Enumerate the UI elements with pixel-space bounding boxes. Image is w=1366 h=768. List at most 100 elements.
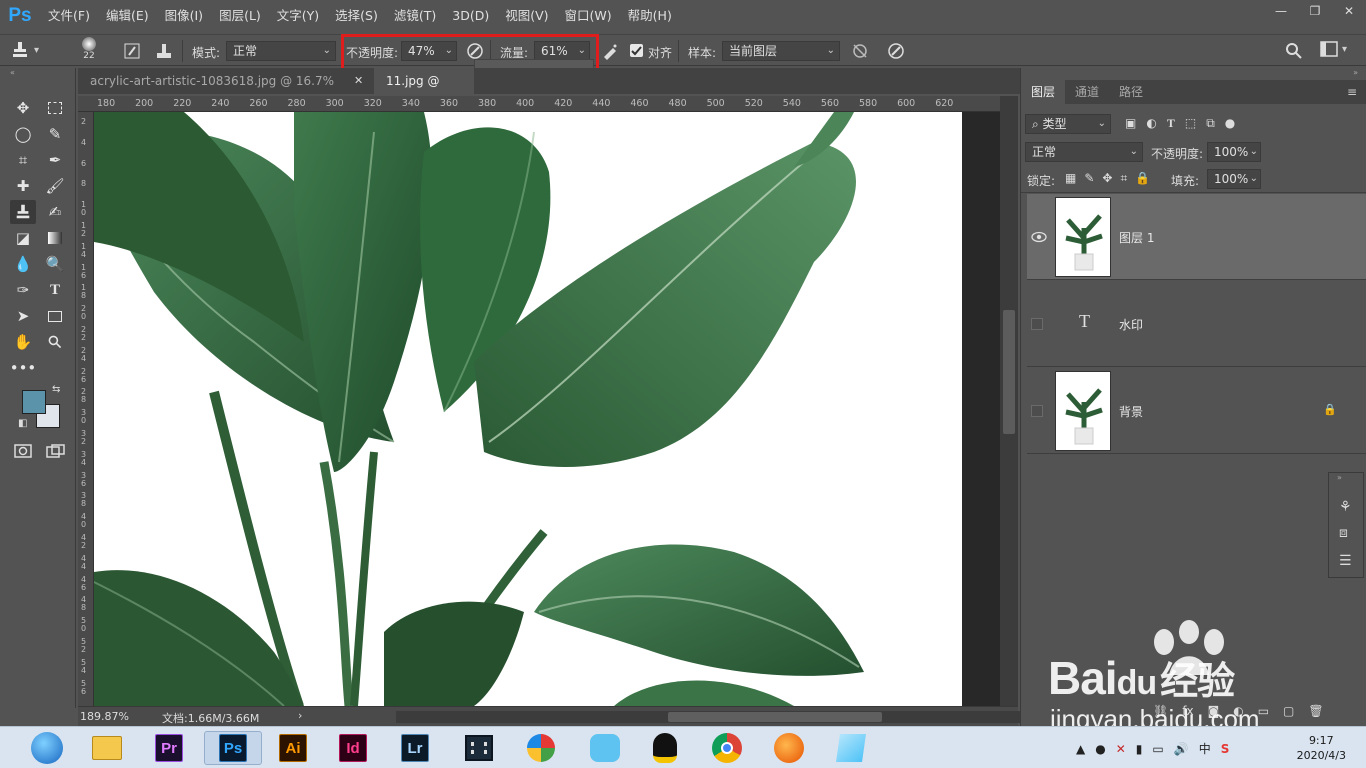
collapse-toolbar-button[interactable]: « <box>0 68 76 78</box>
sample-select[interactable]: 当前图层 ⌄ <box>722 41 840 61</box>
layer-row-background[interactable]: 背景 🔒 <box>1027 368 1366 454</box>
dodge-tool[interactable]: 🔍 <box>42 252 68 276</box>
document-canvas[interactable] <box>94 112 962 706</box>
vertical-scrollbar[interactable] <box>1000 96 1018 706</box>
tray-battery-icon[interactable]: ▮ <box>1136 742 1143 756</box>
new-layer-icon[interactable]: ▢ <box>1283 704 1294 718</box>
show-hidden-icons-button[interactable]: ▲ <box>1076 742 1085 756</box>
workspace-switcher[interactable]: ▾ <box>1320 41 1347 57</box>
zoom-tool[interactable] <box>42 330 68 354</box>
layer-row-watermark[interactable]: T 水印 <box>1027 281 1366 367</box>
taskbar-qq[interactable] <box>640 731 690 765</box>
pen-tool[interactable]: ✑ <box>10 278 36 302</box>
add-mask-icon[interactable]: ◙ <box>1208 704 1220 718</box>
close-tab-button[interactable]: ✕ <box>354 68 370 94</box>
taskbar-notes[interactable] <box>826 731 876 765</box>
crop-tool[interactable]: ⌗ <box>10 148 36 172</box>
brush-settings-panel-button[interactable]: ⚘ <box>1339 499 1352 515</box>
tab-channels[interactable]: 通道 <box>1065 80 1109 104</box>
menu-edit[interactable]: 编辑(E) <box>98 0 157 32</box>
filter-pixel-icon[interactable]: ▣ <box>1125 116 1136 131</box>
status-menu-button[interactable]: › <box>298 709 302 722</box>
document-tab-acrylic[interactable]: acrylic-art-artistic-1083618.jpg @ 16.7%… <box>78 68 370 114</box>
hand-tool[interactable]: ✋ <box>10 330 36 354</box>
lock-all-icon[interactable]: 🔒 <box>1135 171 1150 186</box>
fill-input[interactable]: 100% ⌄ <box>1207 169 1261 189</box>
taskbar-explorer[interactable] <box>82 731 132 765</box>
expand-panels-button[interactable]: » <box>1337 473 1342 482</box>
taskbar-color-app[interactable] <box>516 731 566 765</box>
filter-adjustment-icon[interactable]: ◐ <box>1146 116 1156 131</box>
quick-mask-button[interactable] <box>14 444 32 461</box>
link-layers-icon[interactable]: ⛓ <box>1153 704 1168 718</box>
minimize-button[interactable]: — <box>1264 0 1298 22</box>
menu-type[interactable]: 文字(Y) <box>269 0 327 32</box>
blend-mode-select[interactable]: 正常 ⌄ <box>1025 142 1143 162</box>
menu-3d[interactable]: 3D(D) <box>444 0 497 32</box>
maximize-button[interactable]: ❐ <box>1298 0 1332 22</box>
default-colors-button[interactable]: ◧ <box>18 418 27 429</box>
lock-artboard-icon[interactable]: ⌗ <box>1120 171 1127 186</box>
taskbar-lightroom[interactable]: Lr <box>390 731 440 765</box>
taskbar-illustrator[interactable]: Ai <box>268 731 318 765</box>
tray-monitor-icon[interactable]: ▭ <box>1152 742 1163 756</box>
layer-opacity-input[interactable]: 100% ⌄ <box>1207 142 1261 162</box>
filter-toggle-icon[interactable]: ● <box>1225 116 1235 131</box>
taskbar-browser[interactable] <box>764 731 814 765</box>
canvas-area[interactable] <box>94 112 1000 706</box>
filter-type-icon[interactable]: T <box>1167 116 1175 131</box>
edit-toolbar-button[interactable]: ••• <box>10 356 37 380</box>
visibility-toggle[interactable] <box>1031 405 1043 417</box>
document-tab-11[interactable]: 11.jpg @ 190% ( <box>374 68 474 114</box>
clone-source-panel-button[interactable] <box>154 41 174 64</box>
brush-tool[interactable]: 🖌 <box>42 174 68 198</box>
horizontal-scroll-thumb[interactable] <box>668 712 882 722</box>
clone-source-panel-button[interactable]: ⧈ <box>1339 525 1348 541</box>
gradient-tool[interactable] <box>42 226 68 250</box>
foreground-color-swatch[interactable] <box>22 390 46 414</box>
tray-ime[interactable]: 中 <box>1199 740 1211 757</box>
menu-image[interactable]: 图像(I) <box>157 0 211 32</box>
clone-stamp-tool[interactable] <box>10 200 36 224</box>
taskbar-video-app[interactable] <box>454 731 504 765</box>
new-group-icon[interactable]: ▭ <box>1258 704 1269 718</box>
tray-volume-icon[interactable]: 🔊 <box>1174 742 1189 756</box>
ignore-adjustment-layers-button[interactable] <box>850 41 870 64</box>
type-tool[interactable]: T <box>42 278 68 302</box>
collapse-panel-button[interactable]: » <box>1353 68 1358 77</box>
tray-network-icon[interactable]: ✕ <box>1116 742 1126 756</box>
horizontal-scrollbar[interactable] <box>396 711 1072 723</box>
history-brush-tool[interactable]: ✍ <box>42 200 68 224</box>
layer-filter-select[interactable]: ⌕ 类型 ⌄ <box>1025 114 1111 134</box>
tab-layers[interactable]: 图层 <box>1021 80 1066 104</box>
taskbar-chat-app[interactable] <box>580 731 630 765</box>
search-button[interactable] <box>1284 41 1304 64</box>
system-clock[interactable]: 9:17 2020/4/3 <box>1297 733 1346 763</box>
menu-select[interactable]: 选择(S) <box>327 0 386 32</box>
menu-file[interactable]: 文件(F) <box>40 0 98 32</box>
tab-paths[interactable]: 路径 <box>1109 80 1153 104</box>
delete-layer-icon[interactable]: 🗑 <box>1308 704 1323 718</box>
healing-brush-tool[interactable]: ✚ <box>10 174 36 198</box>
menu-layer[interactable]: 图层(L) <box>211 0 269 32</box>
vertical-scroll-thumb[interactable] <box>1003 310 1015 434</box>
close-button[interactable]: ✕ <box>1332 0 1366 22</box>
tray-sogou-icon[interactable]: S <box>1221 742 1230 756</box>
lock-pixels-icon[interactable]: ✎ <box>1084 171 1094 186</box>
eye-icon[interactable] <box>1031 230 1047 244</box>
eraser-tool[interactable]: ◪ <box>10 226 36 250</box>
tool-preset-picker[interactable]: ▾ <box>10 38 60 62</box>
panel-menu-button[interactable]: ≡ <box>1337 80 1366 104</box>
zoom-level[interactable]: 189.87% <box>80 710 129 723</box>
taskbar-photoshop[interactable]: Ps <box>204 731 262 765</box>
menu-filter[interactable]: 滤镜(T) <box>386 0 444 32</box>
filter-shape-icon[interactable]: ⬚ <box>1185 116 1196 131</box>
blur-tool[interactable]: 💧 <box>10 252 36 276</box>
layer-row-layer1[interactable]: 图层 1 <box>1027 194 1366 280</box>
lock-position-icon[interactable]: ✥ <box>1102 171 1112 186</box>
filter-smart-object-icon[interactable]: ⧉ <box>1206 116 1215 131</box>
swap-colors-button[interactable]: ⇆ <box>52 384 60 395</box>
lock-transparency-icon[interactable]: ▦ <box>1065 171 1076 186</box>
menu-window[interactable]: 窗口(W) <box>557 0 620 32</box>
aligned-checkbox[interactable] <box>630 44 643 57</box>
